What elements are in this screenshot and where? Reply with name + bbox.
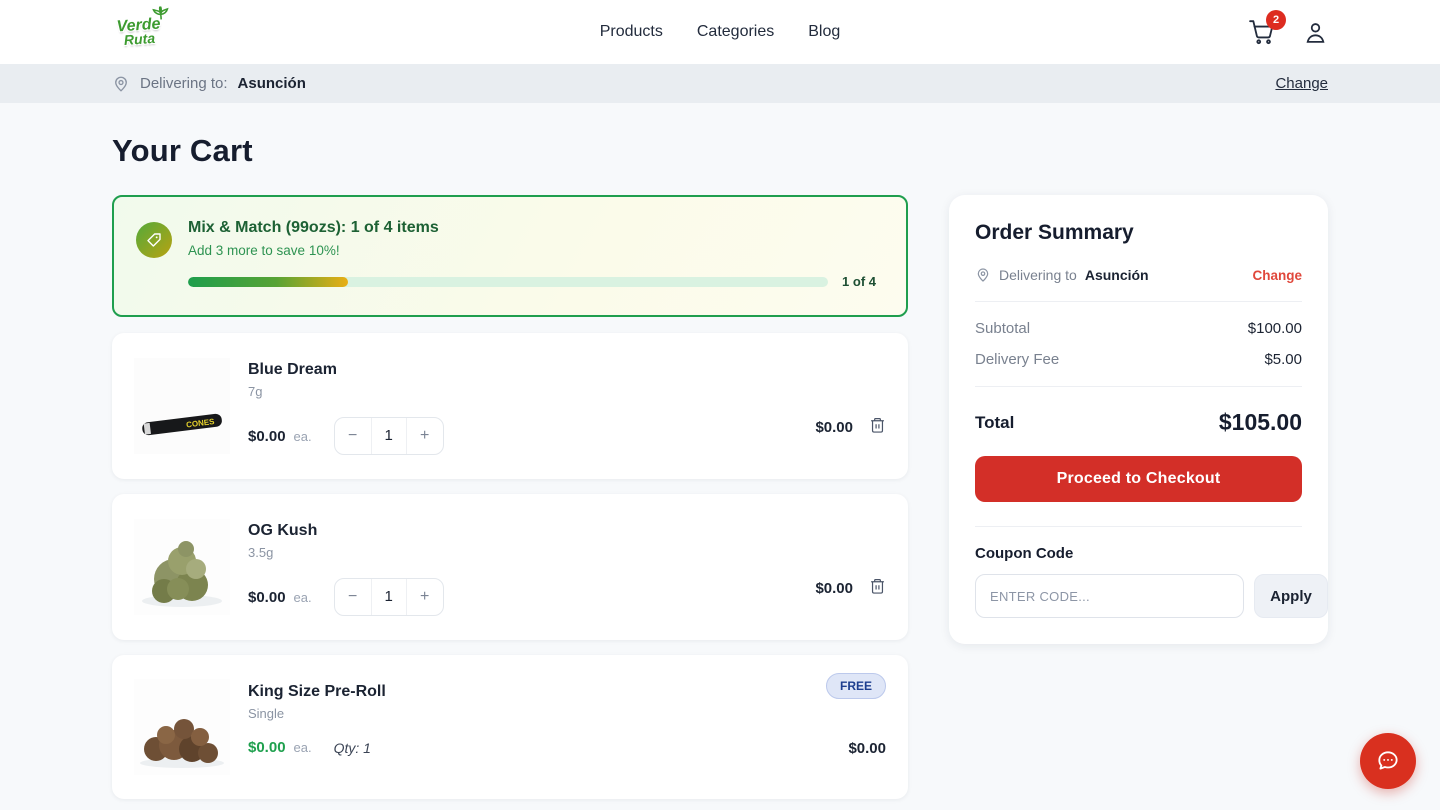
apply-coupon-button[interactable]: Apply xyxy=(1254,574,1328,618)
item-unit-suffix: ea. xyxy=(294,429,312,444)
item-qty-label: Qty: 1 xyxy=(334,740,371,756)
item-variant: 7g xyxy=(248,384,797,399)
item-variant: Single xyxy=(248,706,830,721)
increase-quantity-button[interactable]: + xyxy=(407,578,443,616)
nav-categories[interactable]: Categories xyxy=(697,23,774,41)
cart-item-king-size-pre-roll: FREE King Size Pre-Roll xyxy=(112,655,908,799)
coupon-code-input[interactable] xyxy=(975,574,1244,618)
delivery-fee-label: Delivery Fee xyxy=(975,351,1059,368)
promo-title: Mix & Match (99ozs): 1 of 4 items xyxy=(188,219,876,237)
product-image-king-size-pre-roll xyxy=(134,679,230,775)
cart-count-badge: 2 xyxy=(1266,10,1286,30)
item-line-total: $0.00 xyxy=(815,419,853,436)
item-title: Blue Dream xyxy=(248,361,797,379)
free-badge: FREE xyxy=(826,673,886,699)
delivering-to-label: Delivering to: xyxy=(140,75,228,92)
promo-subtitle: Add 3 more to save 10%! xyxy=(188,243,876,258)
item-unit-price: $0.00 xyxy=(248,739,286,756)
total-value: $105.00 xyxy=(1219,409,1302,436)
item-unit-suffix: ea. xyxy=(294,590,312,605)
delivery-fee-value: $5.00 xyxy=(1264,351,1302,368)
mix-match-banner: Mix & Match (99ozs): 1 of 4 items Add 3 … xyxy=(112,195,908,317)
product-image-blue-dream: CONES xyxy=(134,358,230,454)
item-title: King Size Pre-Roll xyxy=(248,683,830,701)
quantity-value: 1 xyxy=(371,578,407,616)
summary-change-location-button[interactable]: Change xyxy=(1252,268,1302,283)
cart-button[interactable]: 2 xyxy=(1249,19,1275,45)
app-header: Verde Ruta Products Categories Blog 2 xyxy=(0,0,1440,64)
brand-logo[interactable]: Verde Ruta xyxy=(111,8,168,56)
coupon-code-label: Coupon Code xyxy=(975,545,1302,562)
location-pin-icon xyxy=(112,75,130,93)
trash-icon xyxy=(869,577,886,595)
trash-icon xyxy=(869,416,886,434)
item-unit-suffix: ea. xyxy=(294,740,312,755)
promo-tag-icon xyxy=(136,222,172,258)
promo-progress-bar xyxy=(188,277,828,287)
main-nav: Products Categories Blog xyxy=(600,23,841,41)
quantity-stepper: − 1 + xyxy=(334,578,444,616)
proceed-to-checkout-button[interactable]: Proceed to Checkout xyxy=(975,456,1302,502)
item-line-total: $0.00 xyxy=(848,740,886,757)
account-button[interactable] xyxy=(1303,20,1328,45)
total-label: Total xyxy=(975,413,1014,433)
nav-products[interactable]: Products xyxy=(600,23,663,41)
promo-progress-count: 1 of 4 xyxy=(842,274,876,289)
increase-quantity-button[interactable]: + xyxy=(407,417,443,455)
promo-progress-fill xyxy=(188,277,348,287)
subtotal-value: $100.00 xyxy=(1248,320,1302,337)
decrease-quantity-button[interactable]: − xyxy=(335,417,371,455)
nav-blog[interactable]: Blog xyxy=(808,23,840,41)
chat-support-button[interactable] xyxy=(1360,733,1416,789)
cannabis-leaf-icon xyxy=(152,6,169,21)
quantity-stepper: − 1 + xyxy=(334,417,444,455)
item-line-total: $0.00 xyxy=(815,580,853,597)
brand-name-line2: Ruta xyxy=(124,32,156,47)
item-unit-price: $0.00 xyxy=(248,589,286,606)
product-image-og-kush xyxy=(134,519,230,615)
decrease-quantity-button[interactable]: − xyxy=(335,578,371,616)
order-summary-panel: Order Summary Delivering to Asunción Cha… xyxy=(949,195,1328,644)
user-icon xyxy=(1303,20,1328,45)
quantity-value: 1 xyxy=(371,417,407,455)
item-variant: 3.5g xyxy=(248,545,797,560)
delivery-city: Asunción xyxy=(238,75,306,92)
cart-item-og-kush: OG Kush 3.5g $0.00 ea. − 1 + $0.00 xyxy=(112,494,908,640)
chat-bubble-icon xyxy=(1375,748,1401,774)
page-title: Your Cart xyxy=(112,133,1328,169)
delivery-location-bar: Delivering to: Asunción Change xyxy=(0,64,1440,103)
change-location-link[interactable]: Change xyxy=(1275,75,1328,92)
remove-item-button[interactable] xyxy=(869,577,886,595)
summary-delivery-city: Asunción xyxy=(1085,267,1149,283)
item-title: OG Kush xyxy=(248,522,797,540)
location-pin-icon xyxy=(975,267,991,283)
order-summary-title: Order Summary xyxy=(975,221,1302,245)
cart-item-blue-dream: CONES Blue Dream 7g $0.00 ea. − 1 + xyxy=(112,333,908,479)
summary-delivering-label: Delivering to xyxy=(999,267,1077,283)
item-unit-price: $0.00 xyxy=(248,428,286,445)
remove-item-button[interactable] xyxy=(869,416,886,434)
subtotal-label: Subtotal xyxy=(975,320,1030,337)
